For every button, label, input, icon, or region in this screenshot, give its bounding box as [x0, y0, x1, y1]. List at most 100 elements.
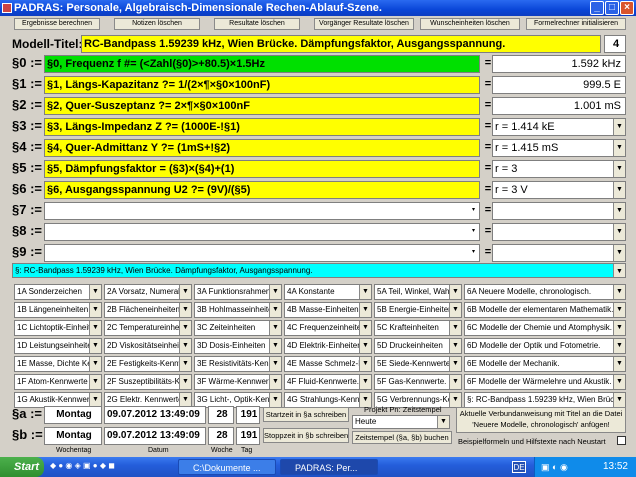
category-dropdown[interactable]: 6A Neuere Modelle, chronologisch. ▼: [464, 284, 626, 300]
chevron-down-icon[interactable]: ▼: [449, 303, 461, 317]
category-dropdown[interactable]: 1F Atom-Kennwerte ▼: [14, 374, 102, 390]
category-dropdown[interactable]: 2C Temperatureinhe ▼: [104, 320, 192, 336]
result-field[interactable]: r = 3 ▼: [492, 160, 626, 178]
result-field[interactable]: ▼: [492, 244, 626, 262]
chevron-down-icon[interactable]: ▼: [613, 285, 625, 299]
chevron-down-icon[interactable]: ▼: [449, 339, 461, 353]
category-dropdown[interactable]: 4B Masse-Einheiten ▼: [284, 302, 372, 318]
weekday-field[interactable]: Montag: [44, 427, 102, 445]
chevron-down-icon[interactable]: ▼: [359, 357, 371, 371]
chevron-down-icon[interactable]: ▼: [359, 339, 371, 353]
category-dropdown[interactable]: 2F Suszeptibilitäts-K ▼: [104, 374, 192, 390]
result-field[interactable]: r = 1.414 kE ▼: [492, 118, 626, 136]
category-dropdown[interactable]: 3F Wärme-Kennwert ▼: [194, 374, 282, 390]
chevron-down-icon[interactable]: ▼: [89, 303, 101, 317]
result-field[interactable]: 1.001 mS: [492, 97, 626, 115]
chevron-down-icon[interactable]: ▼: [359, 321, 371, 335]
category-dropdown[interactable]: 5D Druckeinheiten ▼: [374, 338, 462, 354]
category-dropdown[interactable]: 3C Zeiteinheiten ▼: [194, 320, 282, 336]
chevron-down-icon[interactable]: ▼: [89, 393, 101, 407]
category-dropdown[interactable]: 1A Sonderzeichen ▼: [14, 284, 102, 300]
day-field[interactable]: 191: [236, 406, 260, 424]
language-indicator[interactable]: DE: [512, 461, 526, 473]
chevron-down-icon[interactable]: ▼: [89, 357, 101, 371]
scroll-arrow-icon[interactable]: ▾: [472, 227, 479, 237]
chevron-down-icon[interactable]: ▼: [89, 285, 101, 299]
chevron-down-icon[interactable]: ▼: [179, 285, 191, 299]
write-start-time-button[interactable]: Startzeit in §a schreiben: [263, 407, 349, 422]
scroll-arrow-icon[interactable]: ▾: [472, 206, 479, 216]
chevron-down-icon[interactable]: ▼: [449, 393, 461, 407]
result-field[interactable]: r = 3 V ▼: [492, 181, 626, 199]
chevron-down-icon[interactable]: ▼: [359, 375, 371, 389]
date-field[interactable]: 09.07.2012 13:49:09: [104, 406, 206, 424]
category-dropdown[interactable]: 1D Leistungseinheiten ▼: [14, 338, 102, 354]
chevron-down-icon[interactable]: ▼: [269, 339, 281, 353]
chevron-down-icon[interactable]: ▼: [613, 303, 625, 317]
chevron-down-icon[interactable]: ▼: [613, 140, 625, 156]
chevron-down-icon[interactable]: ▼: [449, 375, 461, 389]
category-dropdown[interactable]: 6B Modelle der elementaren Mathematik. ▼: [464, 302, 626, 318]
result-field[interactable]: 999.5 E: [492, 76, 626, 94]
category-dropdown[interactable]: 2E Festigkeits-Kennw ▼: [104, 356, 192, 372]
chevron-down-icon[interactable]: ▼: [269, 375, 281, 389]
chevron-down-icon[interactable]: ▼: [269, 303, 281, 317]
week-field[interactable]: 28: [208, 406, 234, 424]
quick-launch-icons[interactable]: ◆ ● ◉ ◈ ▣ ● ◆ ◼: [50, 461, 170, 473]
chevron-down-icon[interactable]: ▼: [613, 161, 625, 177]
chevron-down-icon[interactable]: ▼: [269, 357, 281, 371]
category-dropdown[interactable]: 4D Elektrik-Einheiten ▼: [284, 338, 372, 354]
formula-input[interactable]: §1, Längs-Kapazitanz ?= 1/(2×¶×§0×100nF): [44, 76, 480, 94]
chevron-down-icon[interactable]: ▼: [613, 224, 625, 240]
clear-notes-button[interactable]: Notizen löschen: [114, 18, 200, 30]
chevron-down-icon[interactable]: ▼: [89, 321, 101, 335]
category-dropdown[interactable]: 5A Teil, Winkel, Wahr ▼: [374, 284, 462, 300]
chevron-down-icon[interactable]: ▼: [269, 321, 281, 335]
clear-results-button[interactable]: Resultate löschen: [214, 18, 300, 30]
category-dropdown[interactable]: 3B Hohlmasseinheiten ▼: [194, 302, 282, 318]
date-field[interactable]: 09.07.2012 13:49:09: [104, 427, 206, 445]
category-dropdown[interactable]: 6F Modelle der Wärmelehre und Akustik. ▼: [464, 374, 626, 390]
chevron-down-icon[interactable]: ▼: [89, 375, 101, 389]
formula-input[interactable]: §5, Dämpfungsfaktor = (§3)×(§4)+(1): [44, 160, 480, 178]
chevron-down-icon[interactable]: ▼: [449, 321, 461, 335]
formula-input[interactable]: §3, Längs-Impedanz Z ?= (1000E-!§1): [44, 118, 480, 136]
chevron-down-icon[interactable]: ▼: [179, 357, 191, 371]
append-model-button[interactable]: Aktuelle Verbundanweisung mit Titel an d…: [456, 407, 626, 433]
category-dropdown[interactable]: 6E Modelle der Mechanik. ▼: [464, 356, 626, 372]
project-select[interactable]: Heute ▼: [352, 415, 450, 429]
chevron-down-icon[interactable]: ▼: [359, 303, 371, 317]
chevron-down-icon[interactable]: ▼: [613, 119, 625, 135]
chevron-down-icon[interactable]: ▼: [179, 393, 191, 407]
chevron-down-icon[interactable]: ▼: [359, 285, 371, 299]
category-dropdown[interactable]: 2D Viskositätseinheit ▼: [104, 338, 192, 354]
compute-results-button[interactable]: Ergebnisse berechnen: [14, 18, 100, 30]
chevron-down-icon[interactable]: ▼: [179, 321, 191, 335]
category-dropdown[interactable]: 6D Modelle der Optik und Fotometrie. ▼: [464, 338, 626, 354]
chevron-down-icon[interactable]: ▼: [89, 339, 101, 353]
category-dropdown[interactable]: 3E Resistivitäts-Kenn ▼: [194, 356, 282, 372]
result-field[interactable]: 1.592 kHz: [492, 55, 626, 73]
category-dropdown[interactable]: 6C Modelle der Chemie und Atomphysik. ▼: [464, 320, 626, 336]
taskbar-item-explorer[interactable]: C:\Dokumente ...: [178, 459, 276, 475]
maximize-button[interactable]: □: [605, 1, 619, 15]
clear-units-button[interactable]: Wunscheinheiten löschen: [420, 18, 520, 30]
tray-icons[interactable]: ▣ ◐ ◉: [541, 457, 568, 477]
day-field[interactable]: 191: [236, 427, 260, 445]
clear-prev-results-button[interactable]: Vorgänger Resultate löschen: [314, 18, 414, 30]
chevron-down-icon[interactable]: ▼: [613, 339, 625, 353]
init-calculator-button[interactable]: Formelrechner initialisieren: [526, 18, 626, 30]
formula-input[interactable]: §0, Frequenz f #= (<Zahl(§0)>+80.5)×1.5H…: [44, 55, 480, 73]
minimize-button[interactable]: _: [590, 1, 604, 15]
category-dropdown[interactable]: 1E Masse, Dichte Ke ▼: [14, 356, 102, 372]
formula-input[interactable]: §2, Quer-Suszeptanz ?= 2×¶×§0×100nF: [44, 97, 480, 115]
category-dropdown[interactable]: 5F Gas-Kennwerte. ▼: [374, 374, 462, 390]
formula-input[interactable]: [44, 244, 480, 262]
chevron-down-icon[interactable]: ▼: [269, 393, 281, 407]
category-dropdown[interactable]: §: RC-Bandpass 1.59239 kHz, Wien Brück ▼: [464, 392, 626, 408]
chevron-down-icon[interactable]: ▼: [437, 416, 449, 428]
formula-input[interactable]: §6, Ausgangsspannung U2 ?= (9V)/(§5): [44, 181, 480, 199]
result-field[interactable]: ▼: [492, 223, 626, 241]
scroll-arrow-icon[interactable]: ▾: [472, 248, 479, 258]
chevron-down-icon[interactable]: ▼: [613, 375, 625, 389]
